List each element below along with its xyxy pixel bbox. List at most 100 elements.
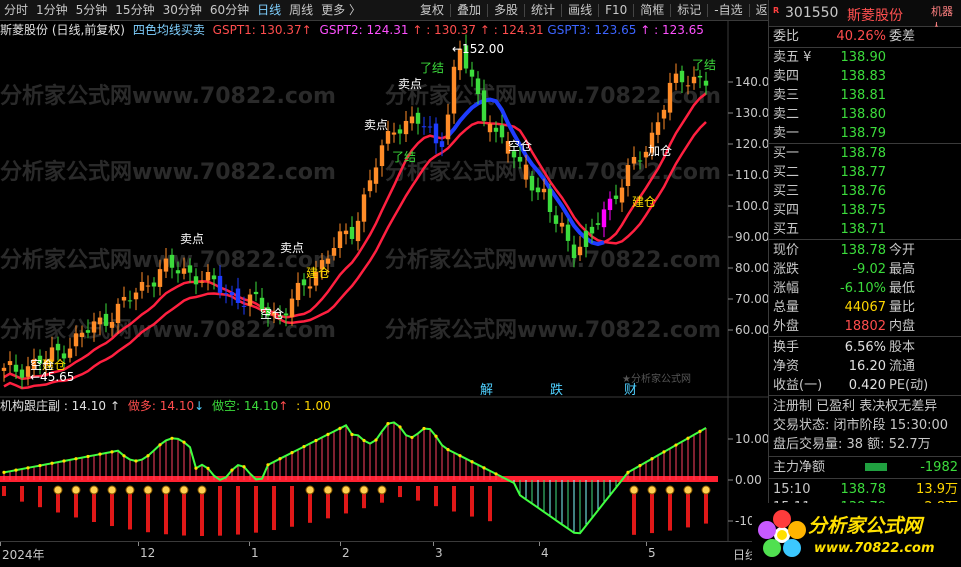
toolbar-button[interactable]: 简框 xyxy=(636,0,668,21)
candle-body xyxy=(55,343,61,351)
stat-row: 涨幅 -6.10% 最低 xyxy=(769,279,961,298)
price-tick-label: 120.0 xyxy=(735,137,768,151)
fund-right-label: PE(动) xyxy=(889,378,929,393)
price-tick-label: 130.0 xyxy=(735,106,768,120)
period-tab[interactable]: 日线 xyxy=(253,0,285,21)
candle-body xyxy=(451,66,457,114)
price-tick-label: 110.0 xyxy=(735,168,768,182)
signal-dot xyxy=(86,454,90,459)
toolbar-divider xyxy=(487,4,489,17)
signal-dot xyxy=(242,465,246,469)
candle-body xyxy=(415,112,421,124)
candle-body xyxy=(619,187,625,203)
divider xyxy=(769,239,961,240)
toolbar-button[interactable]: 标记 xyxy=(673,0,705,21)
date-tick xyxy=(340,542,341,546)
date-tick xyxy=(433,542,434,546)
watermark-text: 分析家公式网www.70822.com xyxy=(0,83,336,109)
signal-label-end2: 了结 xyxy=(420,61,444,75)
date-tick-label: 2024年 xyxy=(2,548,45,562)
bid-row: 买四 138.75 xyxy=(769,201,961,220)
main-flow-label[interactable]: 主力净额 xyxy=(773,458,825,477)
ask-price: 138.80 xyxy=(840,107,887,122)
signal-label-empty3: 空仓 xyxy=(508,139,532,153)
period-tab[interactable]: 周线 xyxy=(285,0,317,21)
signal-label-cai: 财 xyxy=(624,383,637,398)
bid-label: 买四 xyxy=(773,203,800,218)
tick-row: 15:10 138.78 13.9万 xyxy=(769,480,961,499)
signal-dot xyxy=(194,466,198,470)
main-legend: 斯菱股份 (日线,前复权) 四色均线买卖 GSPT1: 130.37↑ GSPT… xyxy=(0,22,704,38)
period-tab[interactable]: 60分钟 xyxy=(206,0,253,21)
stat-label: 现价 xyxy=(773,243,800,258)
candle-body xyxy=(337,231,343,248)
kline-chart[interactable]: 分析家公式网www.70822.com 分析家公式网www.70822.com 分析… xyxy=(0,21,774,541)
candle-body xyxy=(301,279,307,286)
signal-dot xyxy=(674,443,678,447)
signal-dot xyxy=(110,450,114,454)
coin-icon xyxy=(89,485,99,495)
candle-body xyxy=(67,348,73,358)
toolbar-button[interactable]: 多股 xyxy=(490,0,522,21)
candle-body xyxy=(175,270,181,274)
gspt2-aux1: ↑ : 130.37 xyxy=(412,23,477,37)
fund-value: 16.20 xyxy=(848,359,886,374)
candle-body xyxy=(535,187,541,193)
signal-dot xyxy=(374,438,378,442)
candle-body xyxy=(367,180,373,192)
coin-icon xyxy=(125,485,135,495)
sub-indicator-name[interactable]: 机构跟庄副 : 14.10 xyxy=(0,399,106,413)
short-value: 做空: 14.10 xyxy=(212,399,279,413)
candle-body xyxy=(13,364,19,372)
candle-body xyxy=(475,78,481,95)
candle-body xyxy=(529,175,535,191)
price-tick-label: 100.0 xyxy=(735,199,768,213)
period-tab[interactable]: 更多 〉 xyxy=(317,0,365,21)
candle-body xyxy=(427,126,433,128)
up-arrow-icon: ↑ xyxy=(110,399,121,413)
ask-label: 卖一 xyxy=(773,126,800,141)
coin-icon xyxy=(323,485,333,495)
signal-label-sell4: 卖点 xyxy=(398,77,422,91)
toolbar-button[interactable]: 叠加 xyxy=(453,0,485,21)
fund-right-label: 流通 xyxy=(889,359,916,374)
toolbar-button[interactable]: 复权 xyxy=(416,0,448,21)
chart-canvas[interactable]: 分析家公式网www.70822.com 分析家公式网www.70822.com 分析… xyxy=(0,21,774,541)
toolbar-button[interactable]: 画线 xyxy=(564,0,596,21)
period-tab[interactable]: 30分钟 xyxy=(159,0,206,21)
fund-label: 收益(一) xyxy=(773,378,823,393)
toolbar-button[interactable]: F10 xyxy=(601,0,631,21)
period-tab[interactable]: 15分钟 xyxy=(111,0,158,21)
candle-body xyxy=(607,198,613,211)
candle-body xyxy=(109,322,115,328)
stock-name[interactable]: 斯菱股份 xyxy=(847,5,903,25)
indicator-name[interactable]: 四色均线买卖 xyxy=(133,23,205,37)
toolbar-button[interactable]: -自选 xyxy=(710,0,746,21)
signal-dot xyxy=(50,461,54,465)
volume-bar xyxy=(488,486,492,522)
trade-status: 交易状态: 闭市阶段 15:30:00 xyxy=(773,418,949,433)
signal-dot xyxy=(122,454,126,458)
weibi-row: 委比 40.26% 委差 xyxy=(769,27,961,46)
volume-bar xyxy=(38,486,42,508)
period-tab[interactable]: 分时 xyxy=(0,0,32,21)
signal-dot xyxy=(182,440,186,444)
toolbar-divider xyxy=(524,4,526,17)
signal-dot xyxy=(98,452,102,456)
ask-label: 卖五 ¥ xyxy=(773,50,812,65)
period-tab[interactable]: 1分钟 xyxy=(32,0,72,21)
signal-dot xyxy=(62,459,66,463)
after-hours-volume: 盘后交易量: 38 额: 52.7万 xyxy=(773,437,931,452)
coin-icon xyxy=(629,485,639,495)
candle-body xyxy=(361,194,367,222)
period-tab[interactable]: 5分钟 xyxy=(72,0,112,21)
candle-body xyxy=(661,109,667,119)
candle-body xyxy=(703,80,709,86)
toolbar-button[interactable]: 统计 xyxy=(527,0,559,21)
signal-dot xyxy=(446,448,450,452)
candle-body xyxy=(469,69,475,77)
signal-label-sell2: 卖点 xyxy=(280,241,304,255)
long-value: 做多: 14.10 xyxy=(127,399,195,413)
signal-dot xyxy=(278,457,282,461)
coin-icon xyxy=(107,485,117,495)
